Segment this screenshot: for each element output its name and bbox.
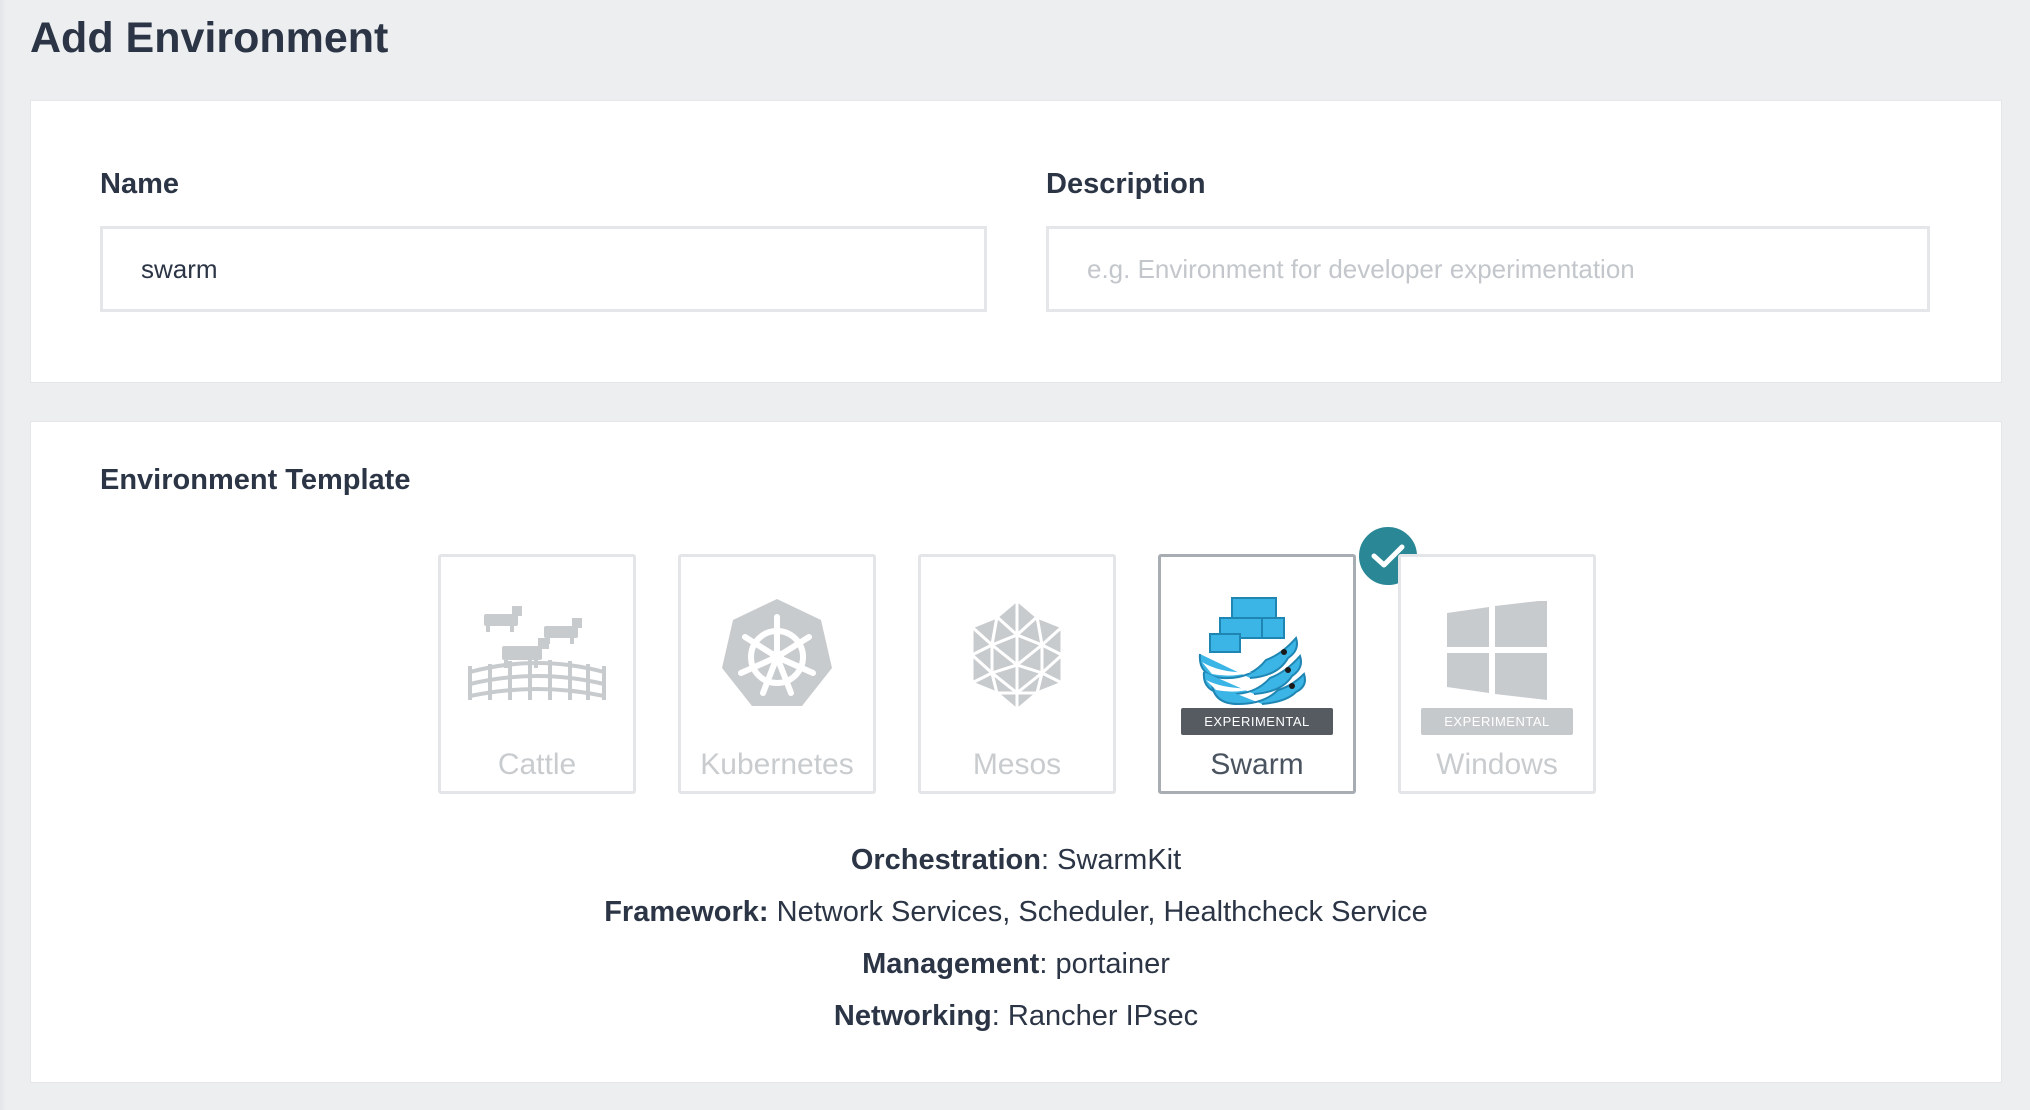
windows-icon bbox=[1401, 601, 1593, 701]
orchestration-label: Orchestration bbox=[850, 844, 1041, 876]
environment-template-title: Environment Template bbox=[100, 464, 411, 496]
environment-template-panel: Environment Template Cattle Kubernetes M… bbox=[30, 421, 2002, 1083]
management-separator: : bbox=[1039, 948, 1056, 980]
experimental-badge-swarm: EXPERIMENTAL bbox=[1181, 708, 1333, 735]
orchestration-line: Orchestration: SwarmKit bbox=[31, 834, 2001, 886]
environment-details-panel: Name Description bbox=[30, 100, 2002, 383]
template-tile-cattle[interactable]: Cattle bbox=[438, 554, 636, 794]
description-label: Description bbox=[1046, 168, 1206, 200]
template-label-mesos: Mesos bbox=[972, 748, 1062, 781]
kubernetes-icon bbox=[681, 595, 873, 715]
page-title: Add Environment bbox=[30, 14, 389, 62]
description-input[interactable] bbox=[1046, 226, 1930, 312]
management-label: Management bbox=[862, 948, 1040, 980]
orchestration-separator: : bbox=[1040, 844, 1058, 876]
mesos-icon bbox=[921, 595, 1113, 715]
cattle-icon bbox=[441, 595, 633, 715]
framework-label: Framework: bbox=[604, 896, 769, 928]
framework-line: Framework: Network Services, Scheduler, … bbox=[31, 886, 2001, 938]
management-value: portainer bbox=[1055, 948, 1170, 980]
template-label-swarm: Swarm bbox=[1210, 748, 1304, 781]
template-tile-kubernetes[interactable]: Kubernetes bbox=[678, 554, 876, 794]
name-input[interactable] bbox=[100, 226, 987, 312]
template-label-kubernetes: Kubernetes bbox=[700, 748, 854, 781]
networking-separator: : bbox=[991, 1000, 1008, 1032]
experimental-badge-windows: EXPERIMENTAL bbox=[1421, 708, 1573, 735]
framework-value: Network Services, Scheduler, Healthcheck… bbox=[768, 896, 1428, 928]
template-tile-windows[interactable]: EXPERIMENTAL Windows bbox=[1398, 554, 1596, 794]
template-label-windows: Windows bbox=[1436, 748, 1558, 781]
template-tile-swarm[interactable]: EXPERIMENTAL Swarm bbox=[1158, 554, 1356, 794]
template-tiles: Cattle Kubernetes Mesos EXPERIMENTAL Swa… bbox=[438, 524, 1598, 799]
template-tile-mesos[interactable]: Mesos bbox=[918, 554, 1116, 794]
name-label: Name bbox=[100, 168, 179, 200]
template-details: Orchestration: SwarmKit Framework: Netwo… bbox=[31, 834, 2001, 1042]
networking-value: Rancher IPsec bbox=[1007, 1000, 1199, 1032]
template-label-cattle: Cattle bbox=[497, 748, 577, 781]
orchestration-value: SwarmKit bbox=[1057, 844, 1182, 876]
networking-line: Networking: Rancher IPsec bbox=[31, 990, 2001, 1042]
docker-swarm-icon bbox=[1161, 595, 1353, 706]
networking-label: Networking bbox=[833, 1000, 992, 1032]
left-edge-shade bbox=[0, 0, 6, 1110]
management-line: Management: portainer bbox=[31, 938, 2001, 990]
